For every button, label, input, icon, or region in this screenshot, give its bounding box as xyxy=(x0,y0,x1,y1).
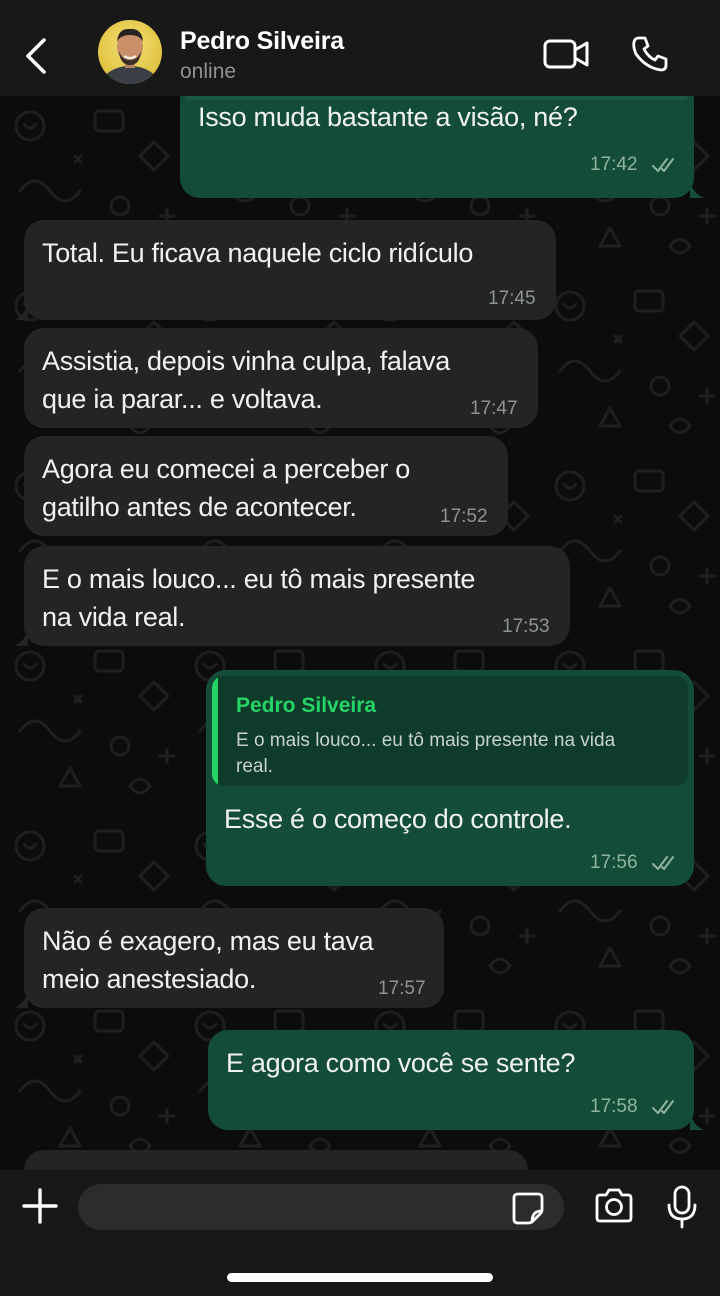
chevron-left-icon xyxy=(26,38,46,74)
message-time: 17:52 xyxy=(440,506,488,527)
phone-icon xyxy=(632,36,668,72)
chat-area[interactable]: Isso muda bastante a visão, né? 17:42 To… xyxy=(0,96,720,1170)
quote-accent-bar xyxy=(212,676,218,786)
sticker-icon xyxy=(512,1192,544,1225)
message-bubble-incoming[interactable]: Assistia, depois vinha culpa, falava que… xyxy=(24,328,538,428)
sticker-button[interactable] xyxy=(510,1190,546,1226)
message-time: 17:56 xyxy=(590,852,638,873)
quoted-text: E o mais louco... eu tô mais presente na… xyxy=(236,730,616,777)
message-text: Total. Eu ficava naquele ciclo ridículo xyxy=(42,238,474,268)
message-text: Esse é o começo do controle. xyxy=(224,804,572,834)
quote-edge xyxy=(186,96,688,100)
message-time: 17:47 xyxy=(470,398,518,419)
message-bubble-outgoing[interactable]: E agora como você se sente? 17:58 xyxy=(208,1030,694,1130)
message-bubble-incoming[interactable]: Total. Eu ficava naquele ciclo ridículo … xyxy=(24,220,556,320)
read-receipt-icon xyxy=(652,856,674,870)
microphone-icon xyxy=(667,1185,697,1229)
bubble-tail xyxy=(14,630,28,646)
voice-message-button[interactable] xyxy=(666,1184,698,1230)
message-time: 17:53 xyxy=(502,616,550,637)
contact-name[interactable]: Pedro Silveira xyxy=(180,27,344,56)
message-text: E agora como você se sente? xyxy=(226,1048,576,1078)
chat-header: Pedro Silveira online xyxy=(0,0,720,96)
message-time: 17:42 xyxy=(590,154,638,175)
message-bubble-incoming[interactable]: Agora eu comecei a perceber o gatilho an… xyxy=(24,436,508,536)
message-text: Agora eu comecei a perceber o xyxy=(42,454,411,484)
attach-button[interactable] xyxy=(20,1186,60,1226)
contact-status: online xyxy=(180,60,237,83)
message-bubble-incoming-partial[interactable] xyxy=(24,1150,528,1170)
message-text: que ia parar... e voltava. xyxy=(42,384,323,414)
voice-call-button[interactable] xyxy=(630,34,670,74)
message-text: na vida real. xyxy=(42,602,186,632)
message-time: 17:45 xyxy=(488,288,536,309)
message-text: meio anestesiado. xyxy=(42,964,257,994)
message-bubble-outgoing[interactable]: Isso muda bastante a visão, né? 17:42 xyxy=(180,96,694,198)
bubble-tail xyxy=(14,304,28,320)
camera-button[interactable] xyxy=(592,1186,636,1226)
home-indicator[interactable] xyxy=(227,1273,493,1282)
bubble-tail xyxy=(14,992,28,1008)
video-camera-icon xyxy=(543,39,589,69)
message-text: gatilho antes de acontecer. xyxy=(42,492,357,522)
camera-icon xyxy=(595,1188,633,1223)
plus-icon xyxy=(22,1188,58,1224)
read-receipt-icon xyxy=(652,1100,674,1114)
message-text: Isso muda bastante a visão, né? xyxy=(198,102,578,132)
back-button[interactable] xyxy=(18,30,54,78)
message-bubble-outgoing[interactable]: Pedro Silveira E o mais louco... eu tô m… xyxy=(206,670,694,886)
quoted-message[interactable]: Pedro Silveira E o mais louco... eu tô m… xyxy=(212,676,688,786)
message-text: E o mais louco... eu tô mais presente xyxy=(42,564,476,594)
message-input[interactable] xyxy=(78,1184,564,1230)
bubble-tail xyxy=(690,182,704,198)
message-bubble-incoming[interactable]: E o mais louco... eu tô mais presente na… xyxy=(24,546,570,646)
quoted-sender-name: Pedro Silveira xyxy=(236,694,377,717)
composer-bar xyxy=(0,1170,720,1296)
message-time: 17:57 xyxy=(378,978,426,999)
message-time: 17:58 xyxy=(590,1096,638,1117)
bubble-tail xyxy=(690,1114,704,1130)
read-receipt-icon xyxy=(652,158,674,172)
video-call-button[interactable] xyxy=(542,36,590,72)
avatar-image xyxy=(98,20,162,84)
message-text: Não é exagero, mas eu tava xyxy=(42,926,374,956)
avatar[interactable] xyxy=(98,20,162,84)
message-text: Assistia, depois vinha culpa, falava xyxy=(42,346,450,376)
message-bubble-incoming[interactable]: Não é exagero, mas eu tava meio anestesi… xyxy=(24,908,444,1008)
